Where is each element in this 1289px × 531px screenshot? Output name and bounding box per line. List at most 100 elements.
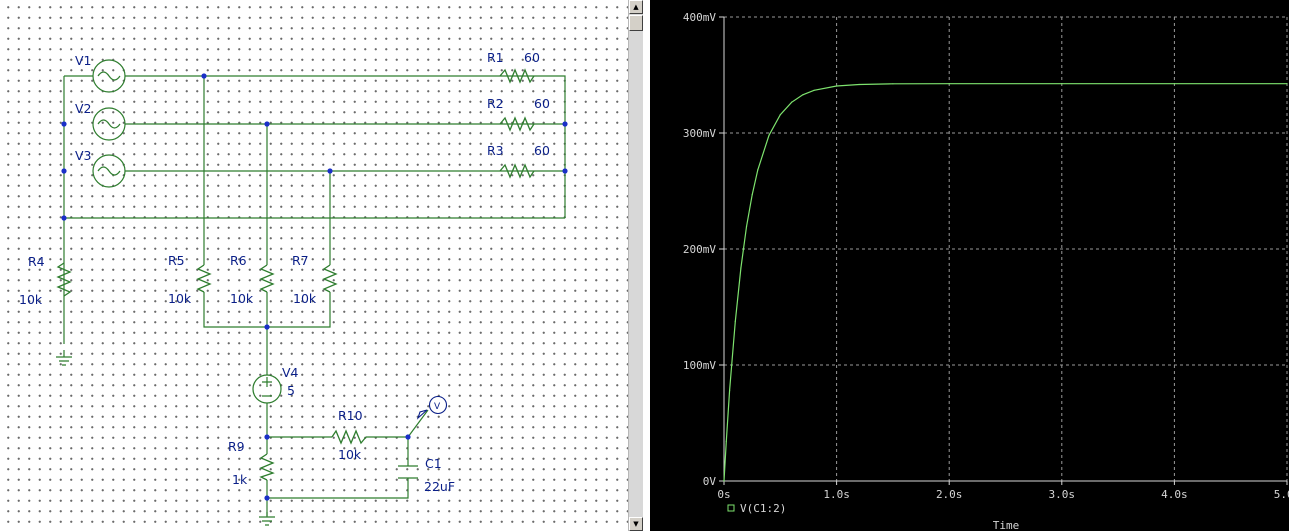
y-tick-label: 200mV — [683, 243, 716, 256]
label-r1: R1 — [487, 50, 504, 65]
x-tick-label: 5.0s — [1274, 488, 1289, 501]
ground-left — [56, 350, 72, 366]
series-point — [729, 389, 731, 391]
scroll-down-button[interactable]: ▼ — [629, 517, 643, 531]
junction-dot — [201, 73, 207, 79]
series-point — [751, 194, 753, 196]
x-tick-label: 0s — [717, 488, 730, 501]
series-point — [734, 320, 736, 322]
series-point — [723, 480, 725, 482]
legend-marker — [727, 504, 735, 512]
junction-dot — [264, 495, 270, 501]
x-tick-label: 1.0s — [823, 488, 850, 501]
label-v3: V3 — [75, 148, 92, 163]
label-r2-value: 60 — [534, 96, 550, 111]
series-point — [1286, 83, 1288, 85]
series-point — [1061, 83, 1063, 85]
source-v1 — [92, 59, 126, 93]
y-tick-label: 100mV — [683, 359, 716, 372]
x-tick-label: 4.0s — [1161, 488, 1188, 501]
schematic-canvas[interactable]: V1 V2 V3 R1 60 R2 60 R3 60 R4 10k R5 10k… — [0, 0, 628, 531]
label-c1-value: 22uF — [424, 479, 455, 494]
label-r1-value: 60 — [524, 50, 540, 65]
series-point — [740, 267, 742, 269]
wire-probe — [407, 409, 429, 438]
label-r7-value: 10k — [293, 291, 317, 306]
source-v2 — [92, 107, 126, 141]
resistor-r6 — [259, 264, 275, 293]
label-r5: R5 — [168, 253, 185, 268]
waveform-chart: 0V 100mV 200mV 300mV 400mV 0s 1.0s 2.0s 3.0s 4.0s… — [683, 11, 1289, 531]
plot-series — [723, 83, 1288, 482]
scrollbar-thumb[interactable] — [629, 15, 643, 31]
series-point — [725, 440, 727, 442]
label-r3: R3 — [487, 143, 504, 158]
label-r4: R4 — [28, 254, 45, 269]
plot-grid — [724, 16, 1288, 481]
junction-dot — [405, 434, 411, 440]
wire-row-3 — [125, 170, 566, 218]
junction-dot — [61, 168, 67, 174]
label-r3-value: 60 — [534, 143, 550, 158]
label-r4-value: 10k — [19, 292, 43, 307]
x-axis-label: Time — [993, 519, 1020, 531]
junction-dot — [61, 121, 67, 127]
junction-dot — [562, 168, 568, 174]
series-point — [757, 169, 759, 171]
capacitor-c1 — [398, 465, 418, 479]
label-r9: R9 — [228, 439, 245, 454]
resistor-r10 — [331, 429, 367, 445]
x-tick-label: 2.0s — [936, 488, 963, 501]
voltage-probe-icon — [416, 395, 448, 420]
x-tick-label: 3.0s — [1049, 488, 1076, 501]
label-c1: C1 — [425, 456, 442, 471]
label-v4-value: 5 — [287, 383, 295, 398]
label-r5-value: 10k — [168, 291, 192, 306]
wire-r10-to-c1 — [366, 436, 409, 466]
label-r10: R10 — [338, 408, 363, 423]
junction-dot — [264, 434, 270, 440]
series-line[interactable] — [723, 83, 1287, 482]
series-point — [892, 83, 894, 85]
series-point — [858, 83, 860, 86]
label-r9-value: 1k — [232, 472, 248, 487]
label-v4: V4 — [282, 365, 299, 380]
junction-dot — [327, 168, 333, 174]
source-v4 — [252, 374, 282, 404]
plot-axes — [719, 16, 1288, 485]
resistor-r7 — [322, 264, 338, 293]
junction-dot — [61, 215, 67, 221]
vertical-scrollbar[interactable]: ▲ ▼ — [628, 0, 643, 531]
plot-legend: V(C1:2) — [727, 502, 786, 515]
label-r7: R7 — [292, 253, 309, 268]
series-point — [802, 94, 804, 96]
source-v3 — [92, 154, 126, 188]
y-tick-label: 300mV — [683, 127, 716, 140]
scroll-up-button[interactable]: ▲ — [629, 0, 643, 14]
label-r10-value: 10k — [338, 447, 362, 462]
wire-c1-return — [267, 478, 409, 499]
schematic-drawing: V1 V2 V3 R1 60 R2 60 R3 60 R4 10k R5 10k… — [19, 50, 568, 526]
series-point — [813, 89, 815, 91]
junction-dot — [562, 121, 568, 127]
label-v2: V2 — [75, 101, 92, 116]
label-r6: R6 — [230, 253, 247, 268]
label-v1: V1 — [75, 53, 92, 68]
label-r2: R2 — [487, 96, 504, 111]
junction-dot — [264, 121, 270, 127]
label-r6-value: 10k — [230, 291, 254, 306]
panel-separator — [643, 0, 650, 531]
ground-bottom — [259, 512, 275, 526]
junction-dot — [264, 324, 270, 330]
probe-plot-window[interactable]: 0V 100mV 200mV 300mV 400mV 0s 1.0s 2.0s 3.0s 4.0s… — [650, 0, 1289, 531]
series-point — [1173, 83, 1175, 85]
series-point — [768, 134, 770, 136]
y-tick-label: 0V — [703, 475, 717, 488]
series-point — [948, 83, 950, 85]
series-point — [836, 85, 838, 87]
series-point — [745, 226, 748, 228]
legend-label: V(C1:2) — [740, 502, 786, 515]
series-point — [790, 101, 793, 103]
resistor-r5 — [196, 264, 212, 293]
series-point — [779, 114, 781, 116]
